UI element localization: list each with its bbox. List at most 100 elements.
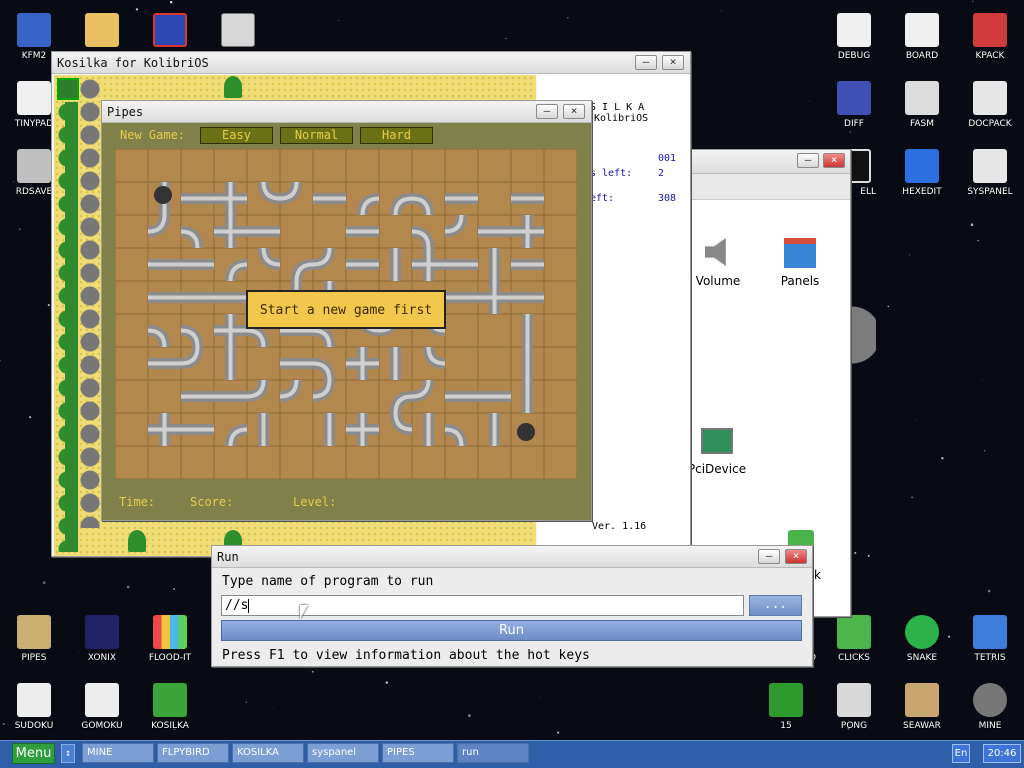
pipe-highlight bbox=[478, 281, 511, 314]
level-label: Level: bbox=[293, 495, 337, 509]
hard-button[interactable]: Hard bbox=[360, 127, 433, 144]
task-run[interactable]: run bbox=[457, 743, 529, 763]
panels-icon bbox=[784, 238, 816, 268]
floppy-icon bbox=[17, 13, 51, 47]
desktop-icon-15[interactable]: 15 bbox=[752, 675, 820, 739]
pipe-highlight bbox=[346, 347, 379, 380]
desktop-icon-xonix[interactable]: XONIX bbox=[68, 607, 136, 671]
minimize-button[interactable]: – bbox=[536, 104, 558, 119]
mouse-pointer-icon bbox=[300, 605, 308, 619]
star bbox=[0, 359, 1, 362]
kosilka-titlebar[interactable]: Kosilka for KolibriOS – × bbox=[52, 52, 690, 74]
star bbox=[854, 551, 857, 554]
kosilka-mower bbox=[57, 78, 79, 100]
easy-button[interactable]: Easy bbox=[200, 127, 273, 144]
task-pipes[interactable]: PIPES bbox=[382, 743, 454, 763]
desktop-icon-kosilka[interactable]: KOSILKA bbox=[136, 675, 204, 739]
star bbox=[984, 450, 986, 452]
syspanel-panels-item[interactable]: Panels bbox=[773, 238, 827, 298]
mower-icon bbox=[153, 683, 187, 717]
app-window-icon bbox=[153, 13, 187, 47]
star bbox=[540, 697, 542, 699]
star bbox=[972, 0, 974, 3]
desktop-icon-seawar[interactable]: SEAWAR bbox=[888, 675, 956, 739]
task-flpybird[interactable]: FLPYBIRD bbox=[157, 743, 229, 763]
desktop-icon-fasm[interactable]: FASM bbox=[888, 73, 956, 137]
sudoku-icon bbox=[17, 683, 51, 717]
desktop-icon-docpack[interactable]: DOCPACK bbox=[956, 73, 1024, 137]
bug-icon bbox=[837, 13, 871, 47]
desktop-icon-debug[interactable]: DEBUG bbox=[820, 5, 888, 69]
minimize-button[interactable]: – bbox=[758, 549, 780, 564]
syspanel-pcidevice-item[interactable]: PciDevice bbox=[687, 428, 747, 488]
time-label: Time: bbox=[119, 495, 156, 509]
desktop-icon-board[interactable]: BOARD bbox=[888, 5, 956, 69]
gomoku-icon bbox=[85, 683, 119, 717]
syspanel-volume-item[interactable]: Volume bbox=[693, 238, 743, 298]
sliders-icon bbox=[973, 149, 1007, 183]
star bbox=[887, 305, 890, 308]
pipe-highlight bbox=[148, 413, 181, 446]
desktop-icon-syspanel[interactable]: SYSPANEL bbox=[956, 141, 1024, 205]
pong-icon bbox=[837, 683, 871, 717]
close-button[interactable]: × bbox=[563, 104, 585, 119]
star bbox=[911, 496, 913, 498]
star bbox=[987, 589, 991, 593]
star bbox=[126, 585, 130, 589]
star bbox=[18, 228, 21, 231]
desktop-icon-snake[interactable]: SNAKE bbox=[888, 607, 956, 671]
browse-button[interactable]: ... bbox=[749, 595, 802, 616]
run-titlebar[interactable]: Run – × bbox=[212, 546, 812, 568]
close-button[interactable]: × bbox=[662, 55, 684, 70]
pipe-highlight bbox=[214, 215, 247, 248]
tetris-icon bbox=[973, 615, 1007, 649]
star bbox=[720, 10, 722, 12]
desktop-icon-pipes[interactable]: PIPES bbox=[0, 607, 68, 671]
star bbox=[468, 714, 471, 717]
run-prompt: Type name of program to run bbox=[222, 574, 434, 589]
pipe-highlight bbox=[412, 248, 445, 281]
desktop-icon-sudoku[interactable]: SUDOKU bbox=[0, 675, 68, 739]
desktop-icon-diff[interactable]: DIFF bbox=[820, 73, 888, 137]
task-kosilka[interactable]: KOSILKA bbox=[232, 743, 304, 763]
star bbox=[915, 420, 916, 421]
task-syspanel[interactable]: syspanel bbox=[307, 743, 379, 763]
pipes-titlebar[interactable]: Pipes – × bbox=[102, 101, 591, 123]
desktop-icon-kpack[interactable]: KPACK bbox=[956, 5, 1024, 69]
run-button[interactable]: Run bbox=[221, 620, 802, 641]
desktop-icon-floodit[interactable]: FLOOD-IT bbox=[136, 607, 204, 671]
folder-icon bbox=[85, 13, 119, 47]
grid-icon bbox=[769, 683, 803, 717]
desktop-icon-gomoku[interactable]: GOMOKU bbox=[68, 675, 136, 739]
desktop-icon-hexedit[interactable]: HEXEDIT bbox=[888, 141, 956, 205]
xonix-icon bbox=[85, 615, 119, 649]
pipe-source-valve bbox=[154, 186, 172, 204]
notepad-icon bbox=[17, 81, 51, 115]
taskbar-switch-icon[interactable]: ↕ bbox=[61, 744, 75, 763]
desktop-icon-pong[interactable]: PONG bbox=[820, 675, 888, 739]
star bbox=[47, 304, 50, 307]
task-mine[interactable]: MINE bbox=[82, 743, 154, 763]
minimize-button[interactable]: – bbox=[635, 55, 657, 70]
fasm-icon bbox=[905, 81, 939, 115]
star bbox=[977, 239, 979, 242]
close-button[interactable]: × bbox=[785, 549, 807, 564]
tree-icon bbox=[224, 76, 242, 98]
pipe-drain bbox=[517, 423, 535, 441]
menu-button[interactable]: Menu bbox=[12, 743, 55, 764]
clock[interactable]: 20:46 bbox=[983, 744, 1021, 763]
star bbox=[669, 5, 671, 7]
star bbox=[567, 17, 569, 19]
desktop-icon-mine[interactable]: MINE bbox=[956, 675, 1024, 739]
calculator-icon bbox=[221, 13, 255, 47]
normal-button[interactable]: Normal bbox=[280, 127, 353, 144]
disk-save-icon bbox=[17, 149, 51, 183]
language-indicator[interactable]: En bbox=[952, 744, 970, 763]
close-button[interactable]: × bbox=[823, 153, 845, 168]
desktop-icon-tetris[interactable]: TETRIS bbox=[956, 607, 1024, 671]
pipe-highlight bbox=[511, 215, 544, 248]
kosilka-trees bbox=[56, 102, 78, 552]
star bbox=[909, 254, 911, 256]
hotkeys-hint: Press F1 to view information about the h… bbox=[222, 648, 590, 663]
minimize-button[interactable]: – bbox=[797, 153, 819, 168]
